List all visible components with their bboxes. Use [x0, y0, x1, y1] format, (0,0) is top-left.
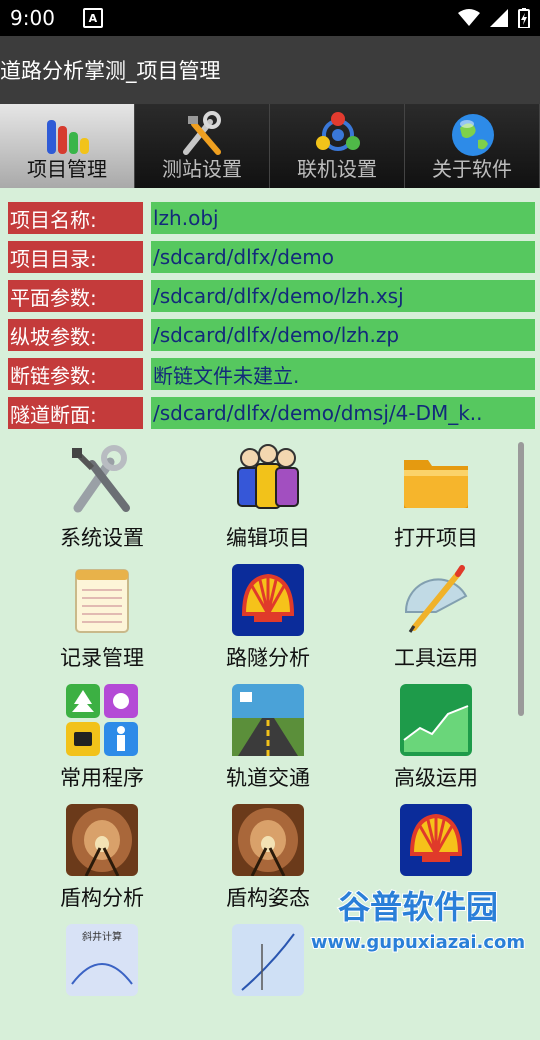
globe-icon	[452, 114, 494, 156]
shaft-calc-caption: 斜井计算	[82, 930, 122, 943]
info-row-chain-break-params: 断链参数: 断链文件未建立.	[8, 358, 535, 390]
info-value: 断链文件未建立.	[151, 358, 535, 390]
watermark-logo: 谷普软件园 www.gupuxiazai.com	[310, 887, 526, 954]
battery-icon	[518, 8, 530, 28]
info-row-slope-params: 纵坡参数: /sdcard/dlfx/demo/lzh.zp	[8, 319, 535, 351]
info-value: /sdcard/dlfx/demo/lzh.xsj	[151, 280, 535, 312]
info-value: /sdcard/dlfx/demo/dmsj/4-DM_k..	[151, 397, 535, 429]
grid-label: 路隧分析	[226, 646, 310, 670]
grid-label: 编辑项目	[226, 526, 310, 550]
info-row-tunnel-section: 隧道断面: /sdcard/dlfx/demo/dmsj/4-DM_k..	[8, 397, 535, 429]
tab-project-management[interactable]: 项目管理	[0, 104, 135, 188]
status-bar: 9:00 A	[0, 0, 540, 36]
grid-label: 盾构分析	[60, 886, 144, 910]
grid-item-system-settings[interactable]: 系统设置	[12, 440, 192, 560]
curve-icon	[232, 924, 304, 996]
area-chart-icon	[400, 684, 472, 756]
tab-about-software[interactable]: 关于软件	[405, 104, 540, 188]
protractor-icon	[404, 565, 468, 633]
notification-icon: A	[82, 8, 103, 28]
grid-scrollbar[interactable]	[518, 442, 524, 716]
road-icon	[232, 684, 304, 756]
info-value: lzh.obj	[151, 202, 535, 234]
status-right	[458, 8, 530, 28]
network-icon	[316, 112, 360, 151]
grid-item-open-project[interactable]: 打开项目	[346, 440, 526, 560]
grid-label: 记录管理	[60, 646, 144, 670]
settings-tools-icon	[72, 445, 130, 513]
info-label: 项目目录:	[8, 241, 143, 273]
shaft-calc-icon: 斜井计算	[66, 924, 138, 996]
grid-item-rail-transit[interactable]: 轨道交通	[178, 680, 358, 800]
app-title: 道路分析掌测_项目管理	[0, 59, 221, 83]
grid-item-tool-application[interactable]: 工具运用	[346, 560, 526, 680]
svg-text:www.gupuxiazai.com: www.gupuxiazai.com	[311, 932, 525, 953]
info-value: /sdcard/dlfx/demo	[151, 241, 535, 273]
grid-label: 打开项目	[394, 526, 478, 550]
status-time: 9:00	[10, 6, 55, 30]
signal-icon	[490, 9, 508, 27]
bar-chart-icon	[47, 120, 89, 154]
grid-label: 轨道交通	[226, 766, 310, 790]
project-info-panel: 项目名称: lzh.obj 项目目录: /sdcard/dlfx/demo 平面…	[8, 202, 535, 436]
folder-icon	[404, 460, 468, 508]
shell-logo-icon	[232, 564, 304, 636]
grid-label: 工具运用	[394, 646, 478, 670]
info-label: 项目名称:	[8, 202, 143, 234]
grid-label: 系统设置	[60, 526, 144, 550]
tab-station-settings[interactable]: 测站设置	[135, 104, 270, 188]
grid-label: 高级运用	[394, 766, 478, 790]
notepad-icon	[75, 569, 129, 633]
tab-connection-settings[interactable]: 联机设置	[270, 104, 405, 188]
grid-item-edit-project[interactable]: 编辑项目	[178, 440, 358, 560]
info-row-plane-params: 平面参数: /sdcard/dlfx/demo/lzh.xsj	[8, 280, 535, 312]
tab-bar: 项目管理 测站设置 联机设置 关于软件	[0, 104, 540, 188]
info-value: /sdcard/dlfx/demo/lzh.zp	[151, 319, 535, 351]
grid-item-inclined-shaft[interactable]: 斜井计算	[12, 920, 192, 1040]
apps-icon	[66, 684, 138, 756]
grid-item-common-programs[interactable]: 常用程序	[12, 680, 192, 800]
info-label: 隧道断面:	[8, 397, 143, 429]
info-row-project-name: 项目名称: lzh.obj	[8, 202, 535, 234]
people-icon	[237, 444, 299, 509]
grid-label: 常用程序	[60, 766, 144, 790]
tunnel-icon	[66, 804, 138, 876]
wifi-icon	[458, 9, 480, 26]
grid-item-road-tunnel-analysis[interactable]: 路隧分析	[178, 560, 358, 680]
svg-text:谷普软件园: 谷普软件园	[338, 888, 498, 926]
shell-logo-icon	[400, 804, 472, 876]
info-label: 纵坡参数:	[8, 319, 143, 351]
info-label: 断链参数:	[8, 358, 143, 390]
grid-item-record-management[interactable]: 记录管理	[12, 560, 192, 680]
tunnel-icon	[232, 804, 304, 876]
grid-item-advanced-application[interactable]: 高级运用	[346, 680, 526, 800]
grid-item-shield-analysis[interactable]: 盾构分析	[12, 800, 192, 920]
app-title-bar: 道路分析掌测_项目管理	[0, 36, 540, 104]
tools-icon	[183, 111, 221, 155]
info-label: 平面参数:	[8, 280, 143, 312]
info-row-project-dir: 项目目录: /sdcard/dlfx/demo	[8, 241, 535, 273]
